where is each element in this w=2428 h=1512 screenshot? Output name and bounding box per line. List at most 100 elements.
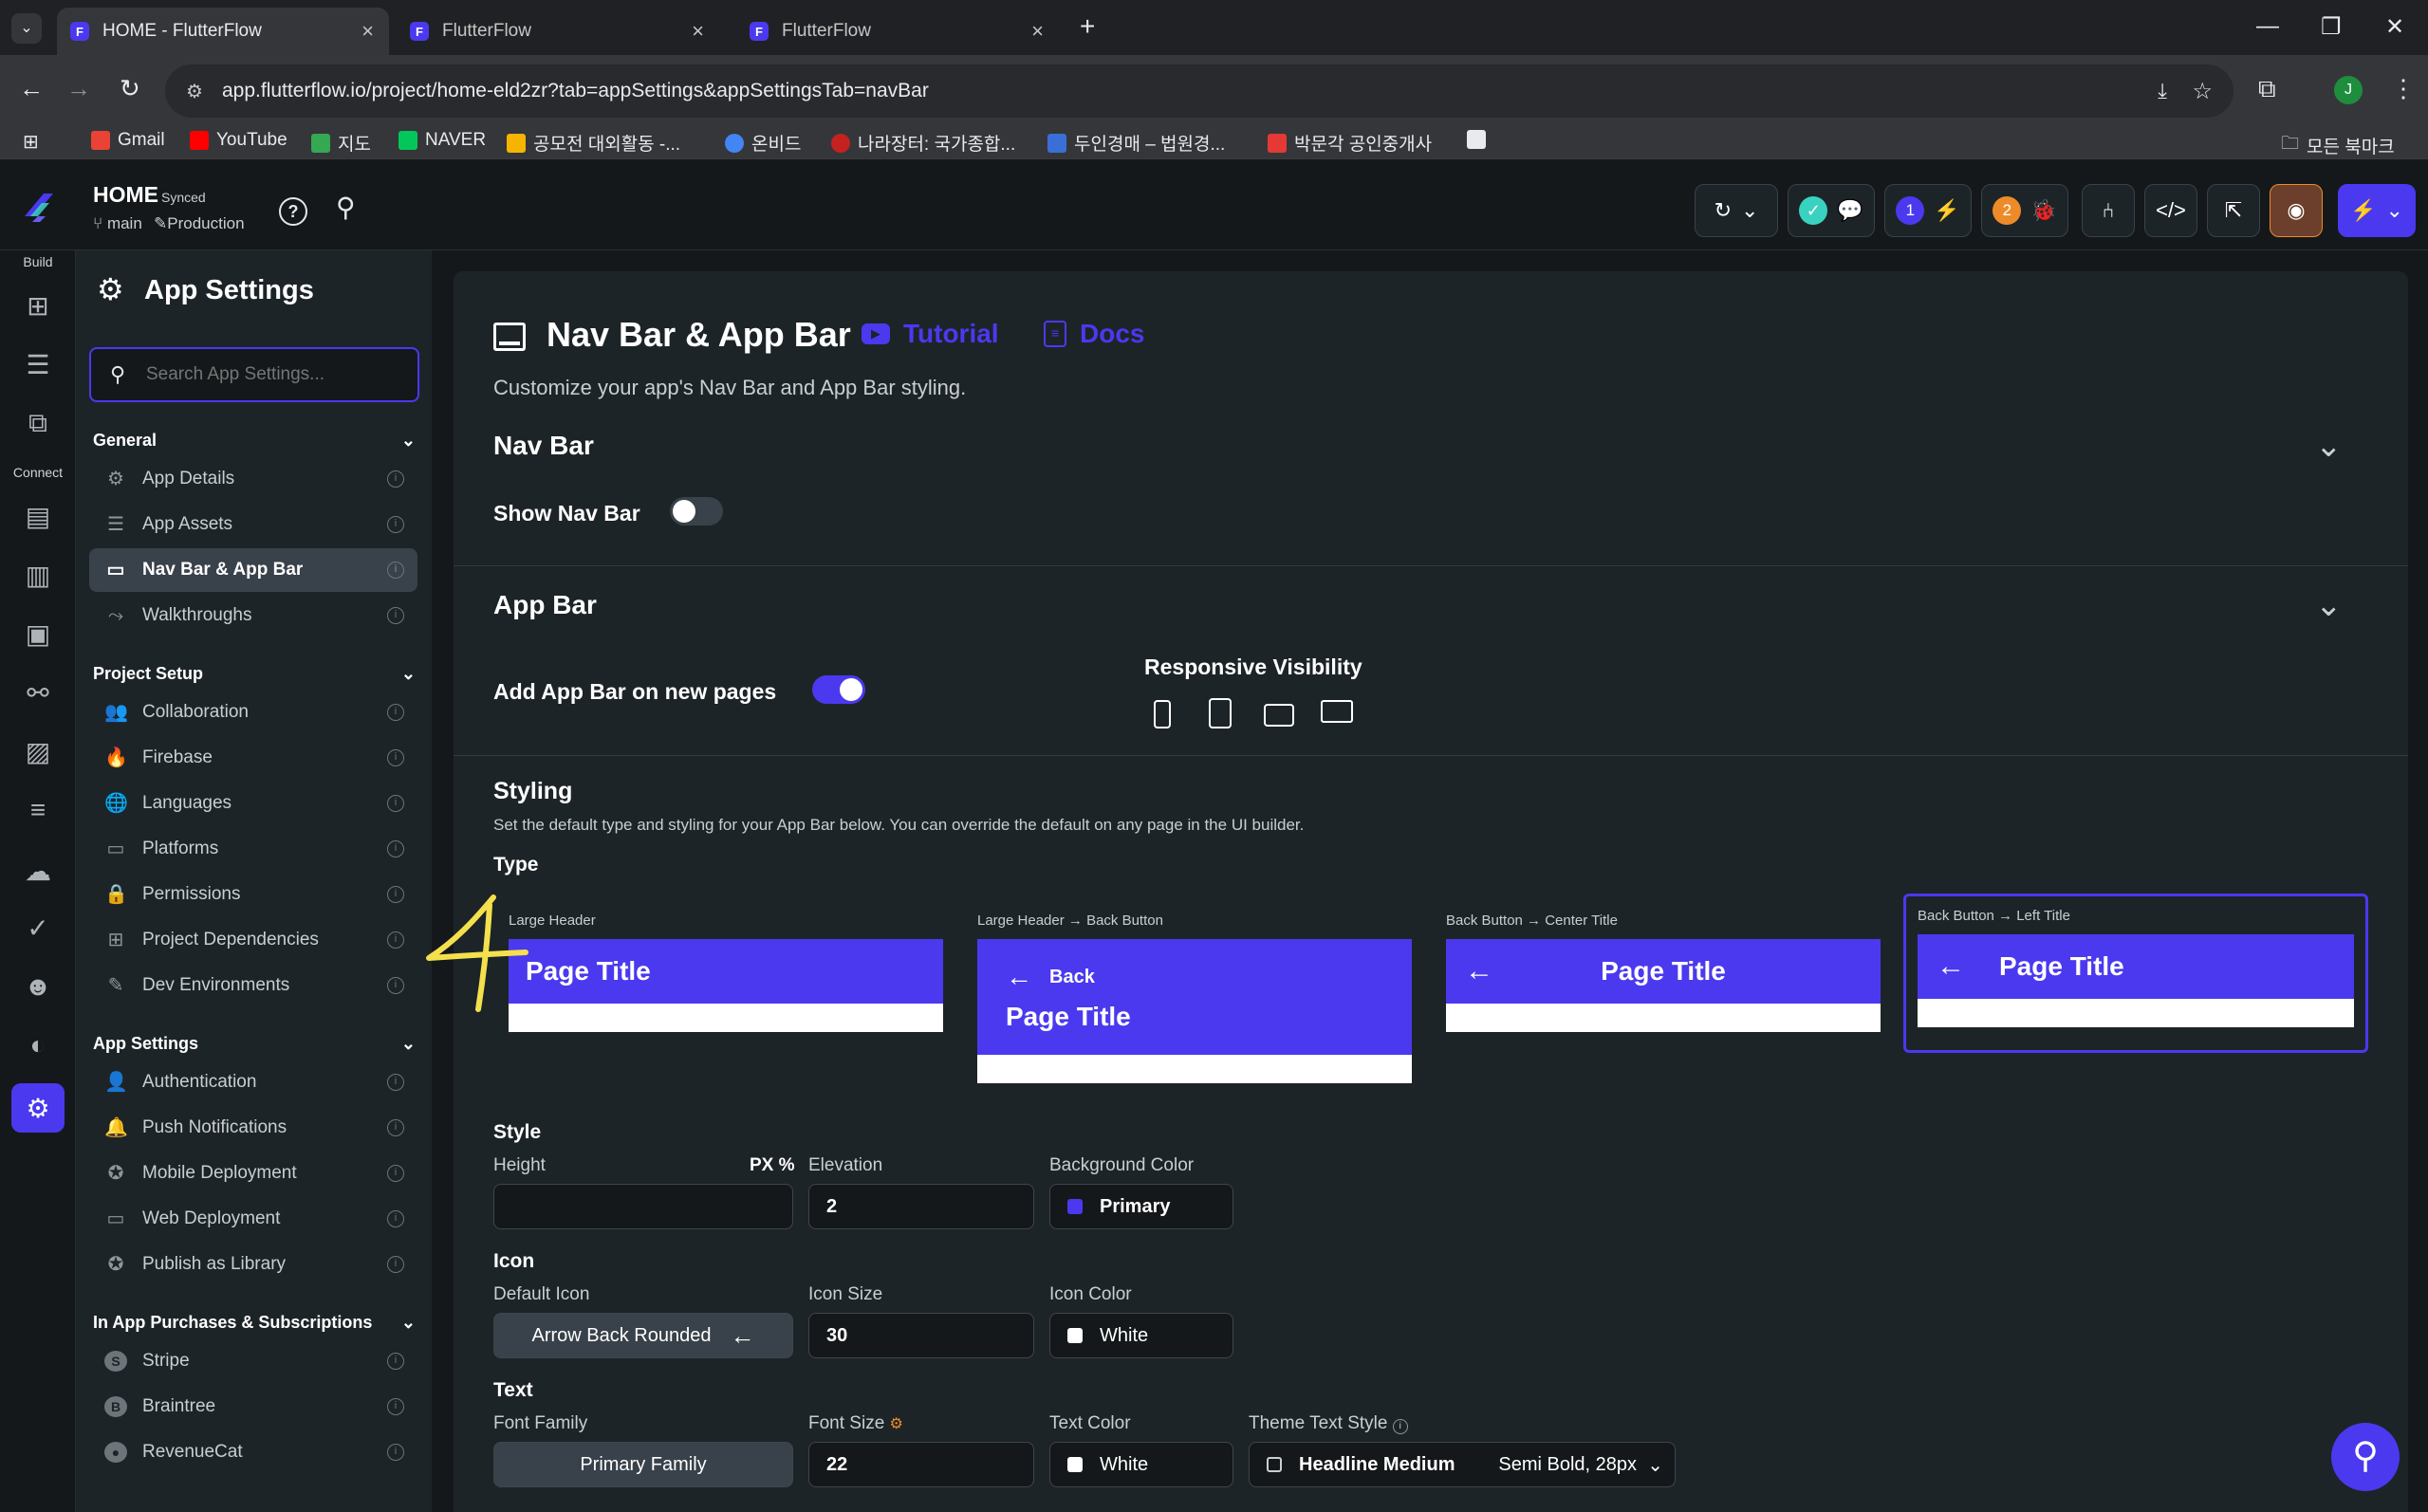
cloud-icon[interactable]: ☁ — [19, 852, 57, 890]
tablet-visibility-icon[interactable] — [1209, 698, 1232, 728]
theme-icon[interactable]: ◐ — [19, 1026, 57, 1064]
appbar-type-large-header[interactable]: Large Header Page Title — [509, 913, 943, 1032]
sidebar-item-revenuecat[interactable]: ● RevenueCat i — [89, 1430, 417, 1474]
sidebar-item-firebase[interactable]: 🔥 Firebase i — [89, 736, 417, 780]
desktop-visibility-icon[interactable] — [1321, 700, 1353, 723]
info-icon[interactable]: i — [387, 1444, 404, 1461]
all-bookmarks-folder[interactable]: 🗀 모든 북마크 — [2281, 130, 2395, 160]
add-appbar-toggle[interactable] — [812, 675, 865, 704]
sidebar-item-nav-bar-app-bar[interactable]: ▭ Nav Bar & App Bar i — [89, 548, 417, 592]
sidebar-item-publish-as-library[interactable]: ✪ Publish as Library i — [89, 1243, 417, 1286]
cloud-functions-icon[interactable]: ⚯ — [19, 673, 57, 711]
custom-code-icon[interactable]: ≡ — [19, 791, 57, 829]
info-icon[interactable]: i — [387, 1256, 404, 1273]
settings-search-box[interactable]: ⚲ — [89, 347, 419, 402]
bookmark-gmail[interactable]: Gmail — [91, 130, 165, 151]
app-state-icon[interactable]: ▥ — [19, 556, 57, 594]
info-icon[interactable]: i — [387, 795, 404, 812]
bookmark-map[interactable]: 지도 — [311, 130, 371, 156]
forward-arrow-icon[interactable]: → — [66, 74, 91, 103]
site-info-icon[interactable]: ⚙ — [186, 80, 203, 103]
run-button[interactable]: ⚡ ⌄ — [2338, 184, 2416, 237]
bookmark-pmg[interactable]: 박문각 공인중개사 — [1268, 130, 1432, 156]
info-icon[interactable]: i — [387, 1398, 404, 1415]
apps-grid-icon[interactable]: ⊞ — [23, 130, 39, 154]
sidebar-item-dev-environments[interactable]: ✎ Dev Environments i — [89, 964, 417, 1007]
info-icon[interactable]: i — [387, 1119, 404, 1136]
info-icon[interactable]: i — [387, 749, 404, 766]
font-size-input[interactable]: 22 — [808, 1442, 1034, 1487]
sidebar-item-stripe[interactable]: S Stripe i — [89, 1339, 417, 1383]
branch-label[interactable]: ⑂ main — [93, 214, 142, 233]
elevation-input[interactable]: 2 — [808, 1184, 1034, 1229]
docs-link[interactable]: ≡ Docs — [1044, 319, 1144, 349]
height-units[interactable]: PX % — [750, 1155, 795, 1176]
sidebar-item-languages[interactable]: 🌐 Languages i — [89, 782, 417, 825]
section-in-app-purchases[interactable]: In App Purchases & Subscriptions ⌄ — [93, 1313, 416, 1333]
bookmark-contest[interactable]: 공모전 대외활동 -... — [507, 130, 680, 156]
floating-search-help-button[interactable]: ⚲ — [2331, 1423, 2400, 1491]
new-tab-button[interactable]: + — [1080, 11, 1095, 42]
background-color-picker[interactable]: Primary — [1049, 1184, 1233, 1229]
info-icon[interactable]: i — [387, 840, 404, 857]
tutorial-link[interactable]: ▶ Tutorial — [862, 319, 999, 349]
branching-button[interactable]: ⑃ — [2082, 184, 2135, 237]
flutterflow-logo-icon[interactable] — [19, 188, 57, 226]
extensions-icon[interactable]: ⧉ — [2258, 74, 2276, 104]
sidebar-item-web-deployment[interactable]: ▭ Web Deployment i — [89, 1197, 417, 1241]
bookmark-auction[interactable]: 두인경매 – 법원경... — [1047, 130, 1225, 156]
restore-icon[interactable]: ❐ — [2321, 13, 2342, 41]
widget-tree-icon[interactable]: ☰ — [19, 345, 57, 383]
section-project-setup[interactable]: Project Setup ⌄ — [93, 664, 416, 684]
close-icon[interactable]: × — [692, 19, 704, 44]
sidebar-item-mobile-deployment[interactable]: ✪ Mobile Deployment i — [89, 1152, 417, 1195]
sidebar-item-braintree[interactable]: B Braintree i — [89, 1385, 417, 1429]
responsive-size-icon[interactable]: ⚙ — [890, 1416, 903, 1432]
debug-button[interactable]: 2 🐞 — [1981, 184, 2068, 237]
environment-label[interactable]: ✎Production — [154, 214, 245, 233]
height-input[interactable] — [493, 1184, 793, 1229]
sidebar-item-walkthroughs[interactable]: ⤳ Walkthroughs i — [89, 594, 417, 637]
sidebar-item-authentication[interactable]: 👤 Authentication i — [89, 1060, 417, 1104]
media-assets-icon[interactable]: ▨ — [19, 732, 57, 770]
info-icon[interactable]: i — [387, 1074, 404, 1091]
info-icon[interactable]: i — [387, 977, 404, 994]
section-general[interactable]: General ⌄ — [93, 431, 416, 451]
history-button[interactable]: ↻ ⌄ — [1695, 184, 1778, 237]
flutter-version-button[interactable]: 1 ⚡ — [1884, 184, 1972, 237]
sidebar-item-push-notifications[interactable]: 🔔 Push Notifications i — [89, 1106, 417, 1150]
text-color-picker[interactable]: White — [1049, 1442, 1233, 1487]
preview-button[interactable]: ◉ — [2270, 184, 2323, 237]
back-arrow-icon[interactable]: ← — [19, 74, 44, 103]
sidebar-item-project-dependencies[interactable]: ⊞ Project Dependencies i — [89, 918, 417, 962]
help-icon[interactable]: ? — [279, 197, 307, 226]
project-name[interactable]: HOME — [93, 182, 158, 208]
default-icon-picker[interactable]: Arrow Back Rounded ← — [493, 1313, 793, 1358]
icon-size-input[interactable]: 30 — [808, 1313, 1034, 1358]
info-icon[interactable]: i — [387, 516, 404, 533]
search-icon[interactable]: ⚲ — [336, 192, 356, 223]
bookmark-onbid[interactable]: 온비드 — [725, 130, 801, 156]
sidebar-item-app-details[interactable]: ⚙ App Details i — [89, 457, 417, 501]
comments-button[interactable]: ✓ 💬 — [1788, 184, 1875, 237]
minimize-icon[interactable]: — — [2256, 13, 2279, 40]
info-icon[interactable]: i — [387, 1353, 404, 1370]
bookmark-extra[interactable] — [1467, 130, 1486, 149]
api-calls-icon[interactable]: ▣ — [19, 615, 57, 653]
sidebar-item-permissions[interactable]: 🔒 Permissions i — [89, 873, 417, 916]
browser-tab-flutterflow-2[interactable]: F FlutterFlow × — [736, 8, 1059, 55]
browser-tab-home[interactable]: F HOME - FlutterFlow × — [57, 8, 389, 55]
profile-avatar[interactable]: J — [2334, 76, 2363, 104]
address-bar[interactable]: ⚙ app.flutterflow.io/project/home-eld2zr… — [165, 65, 2233, 118]
agents-icon[interactable]: ☻ — [19, 968, 57, 1005]
phone-visibility-icon[interactable] — [1154, 700, 1171, 728]
window-close-icon[interactable]: ✕ — [2385, 13, 2404, 41]
appbar-type-back-center-title[interactable]: Back Button → Center Title ← Page Title — [1446, 913, 1881, 1032]
open-external-button[interactable]: ⇱ — [2207, 184, 2260, 237]
sidebar-item-platforms[interactable]: ▭ Platforms i — [89, 827, 417, 871]
database-icon[interactable]: ▤ — [19, 497, 57, 535]
info-icon[interactable]: i — [1392, 1419, 1408, 1434]
section-app-settings[interactable]: App Settings ⌄ — [93, 1034, 416, 1054]
info-icon[interactable]: i — [387, 562, 404, 579]
sidebar-item-app-assets[interactable]: ☰ App Assets i — [89, 503, 417, 546]
